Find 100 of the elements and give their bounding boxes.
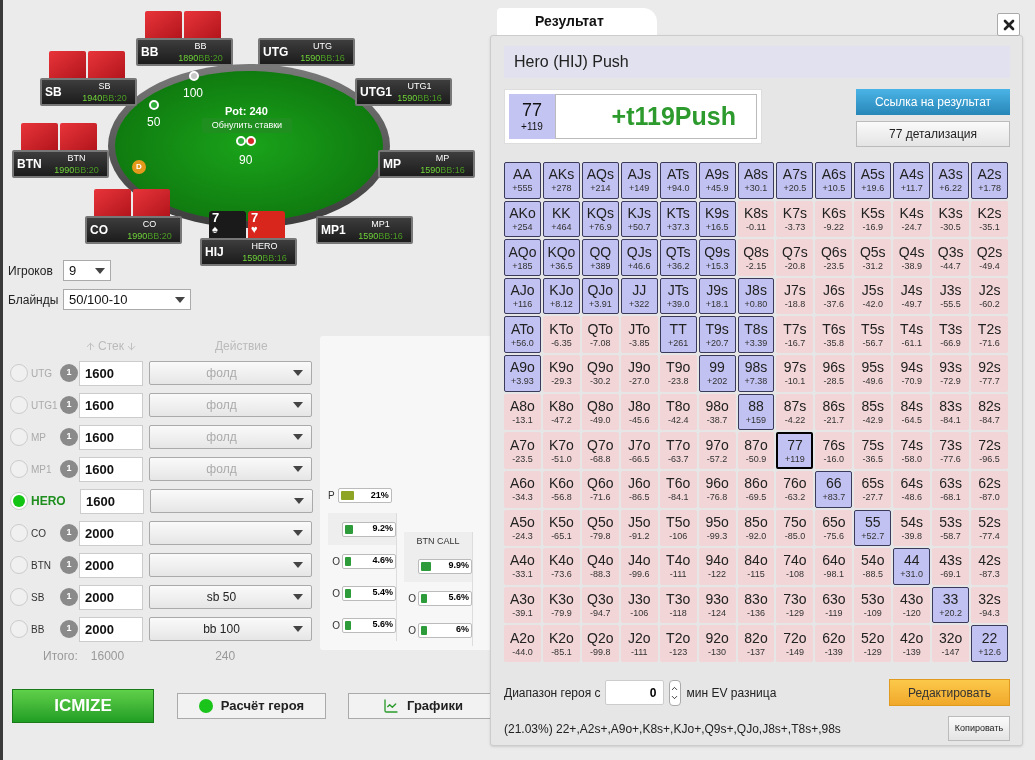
hand-cell[interactable]: K9s +16.5 — [698, 200, 736, 238]
hand-cell[interactable]: K4o -73.6 — [542, 548, 580, 585]
hand-cell[interactable]: 42o -139 — [893, 625, 931, 662]
hand-cell[interactable]: Q7o -68.8 — [581, 432, 619, 469]
hand-cell[interactable]: 53s -58.7 — [932, 509, 970, 547]
hand-cell[interactable]: J5s -42.0 — [854, 277, 892, 315]
hand-cell[interactable]: 94s -70.9 — [893, 355, 931, 392]
hand-cell[interactable]: 65o -75.6 — [815, 509, 853, 547]
hand-cell[interactable]: Q8s -2.15 — [737, 239, 775, 276]
seat-plate[interactable]: MP MP 1590BB:16 — [378, 150, 475, 178]
hand-cell[interactable]: 55 +52.7 — [854, 509, 892, 547]
hand-cell[interactable]: 85s -42.9 — [854, 393, 892, 431]
hand-cell[interactable]: A2o -44.0 — [504, 625, 541, 662]
hand-cell[interactable]: J8s +0.80 — [737, 277, 775, 315]
reset-bets-button[interactable]: Обнулить ставки — [202, 118, 292, 133]
hand-cell[interactable]: JTo -3.85 — [620, 316, 658, 354]
hand-cell[interactable]: TT +261 — [659, 316, 697, 354]
hand-cell[interactable]: 97s -10.1 — [776, 355, 814, 392]
hand-cell[interactable]: K2s -35.1 — [971, 200, 1008, 238]
hand-cell[interactable]: 44 +31.0 — [893, 548, 931, 585]
radio-button[interactable] — [10, 428, 28, 446]
hand-cell[interactable]: Q9s +15.3 — [698, 239, 736, 276]
radio-button[interactable] — [10, 620, 28, 638]
hand-cell[interactable]: T4o -111 — [659, 548, 697, 585]
hand-cell[interactable]: J2o -111 — [620, 625, 658, 662]
hand-cell[interactable]: 76o -63.2 — [776, 470, 814, 508]
hand-cell[interactable]: K5o -65.1 — [542, 509, 580, 547]
hand-cell[interactable]: 43o -120 — [893, 586, 931, 624]
hand-cell[interactable]: K6s -9.22 — [815, 200, 853, 238]
hand-cell[interactable]: 32s -94.3 — [971, 586, 1008, 624]
hand-cell[interactable]: J2s -60.2 — [971, 277, 1008, 315]
hand-cell[interactable]: 62o -139 — [815, 625, 853, 662]
hand-cell[interactable]: K4s -24.7 — [893, 200, 931, 238]
hand-cell[interactable]: 52o -129 — [854, 625, 892, 662]
hand-cell[interactable]: 98o -38.7 — [698, 393, 736, 431]
detail-button[interactable]: 77 детализация — [856, 121, 1010, 147]
edit-button[interactable]: Редактировать — [889, 679, 1010, 706]
hand-cell[interactable]: T6o -84.1 — [659, 470, 697, 508]
stack-field[interactable]: 2000 — [79, 552, 143, 578]
hero-calc-button[interactable]: Расчёт героя — [177, 693, 326, 719]
hand-cell[interactable]: T8o -42.4 — [659, 393, 697, 431]
hand-cell[interactable]: J5o -91.2 — [620, 509, 658, 547]
hand-cell[interactable]: Q3o -94.7 — [581, 586, 619, 624]
hand-cell[interactable]: 77 +119 — [776, 432, 814, 469]
hand-cell[interactable]: T2s -71.6 — [971, 316, 1008, 354]
hand-cell[interactable]: Q5o -79.8 — [581, 509, 619, 547]
hand-cell[interactable]: 82s -84.7 — [971, 393, 1008, 431]
hand-cell[interactable]: 87s -4.22 — [776, 393, 814, 431]
hand-cell[interactable]: 54o -88.5 — [854, 548, 892, 585]
hand-cell[interactable]: 92o -130 — [698, 625, 736, 662]
spinner[interactable] — [668, 679, 681, 706]
hand-cell[interactable]: 93o -124 — [698, 586, 736, 624]
hand-cell[interactable]: 88 +159 — [737, 393, 775, 431]
hand-cell[interactable]: K2o -85.1 — [542, 625, 580, 662]
hand-cell[interactable]: A7s +20.5 — [776, 162, 814, 199]
hand-cell[interactable]: T3s -66.9 — [932, 316, 970, 354]
hand-cell[interactable]: A4o -33.1 — [504, 548, 541, 585]
hand-cell[interactable]: JJ +322 — [620, 277, 658, 315]
hand-cell[interactable]: Q3s -44.7 — [932, 239, 970, 276]
sort-up-icon[interactable] — [85, 340, 96, 352]
hand-cell[interactable]: 96s -28.5 — [815, 355, 853, 392]
action-select[interactable] — [149, 521, 312, 545]
hand-cell[interactable]: 95s -49.6 — [854, 355, 892, 392]
sort-down-icon[interactable] — [125, 340, 137, 352]
hand-cell[interactable]: K7s -3.73 — [776, 200, 814, 238]
hand-cell[interactable]: J6o -86.5 — [620, 470, 658, 508]
hand-cell[interactable]: 82o -137 — [737, 625, 775, 662]
hand-cell[interactable]: ATs +94.0 — [659, 162, 697, 199]
hand-cell[interactable]: AJo +116 — [504, 277, 541, 315]
seat-plate[interactable]: UTG1 UTG1 1590BB:16 — [355, 78, 452, 106]
hand-cell[interactable]: Q4o -88.3 — [581, 548, 619, 585]
hand-cell[interactable]: 52s -77.4 — [971, 509, 1008, 547]
hand-cell[interactable]: A9o +3.93 — [504, 355, 541, 392]
close-button[interactable] — [997, 13, 1020, 36]
hand-cell[interactable]: K5s -16.9 — [854, 200, 892, 238]
hand-cell[interactable]: 95o -99.3 — [698, 509, 736, 547]
hand-cell[interactable]: 63s -68.1 — [932, 470, 970, 508]
hand-cell[interactable]: T5o -106 — [659, 509, 697, 547]
hand-cell[interactable]: 22 +12.6 — [971, 625, 1008, 662]
hand-cell[interactable]: KJo +8.12 — [542, 277, 580, 315]
hand-cell[interactable]: A7o -23.5 — [504, 432, 541, 469]
hand-cell[interactable]: 85o -92.0 — [737, 509, 775, 547]
hand-cell[interactable]: 92s -77.7 — [971, 355, 1008, 392]
hand-cell[interactable]: AQs +214 — [581, 162, 619, 199]
hand-cell[interactable]: J3o -106 — [620, 586, 658, 624]
radio-button[interactable] — [10, 492, 28, 510]
hand-cell[interactable]: 74s -58.0 — [893, 432, 931, 469]
hand-cell[interactable]: K9o -29.3 — [542, 355, 580, 392]
hand-cell[interactable]: Q8o -49.0 — [581, 393, 619, 431]
hand-cell[interactable]: A9s +45.9 — [698, 162, 736, 199]
hand-cell[interactable]: 98s +7.38 — [737, 355, 775, 392]
action-select[interactable]: bb 100 — [149, 617, 312, 641]
stack-field[interactable]: 2000 — [79, 584, 143, 610]
radio-button[interactable] — [10, 396, 28, 414]
stack-field[interactable]: 2000 — [79, 520, 143, 546]
hand-cell[interactable]: 84o -115 — [737, 548, 775, 585]
hand-cell[interactable]: QTo -7.08 — [581, 316, 619, 354]
hand-cell[interactable]: Q5s -31.2 — [854, 239, 892, 276]
hand-cell[interactable]: 74o -108 — [776, 548, 814, 585]
hand-cell[interactable]: 72s -96.5 — [971, 432, 1008, 469]
